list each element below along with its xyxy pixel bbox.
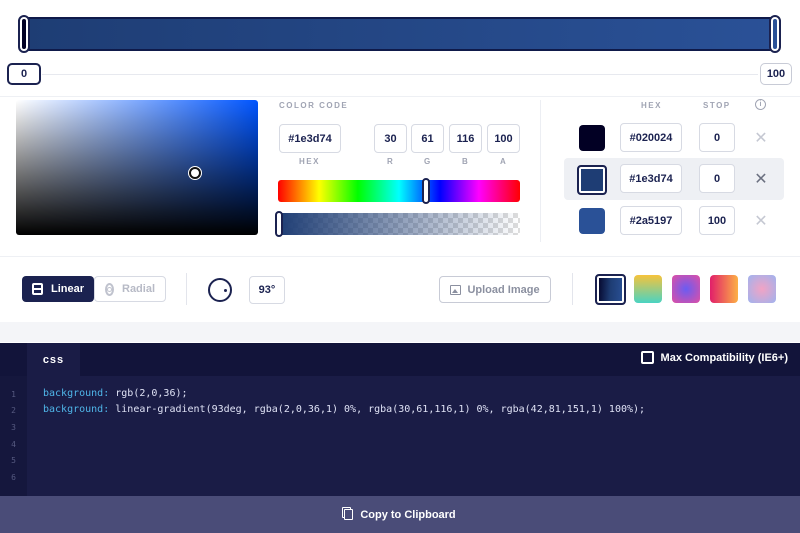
red-input[interactable]: 30 [374,124,407,153]
hue-slider[interactable] [278,180,520,202]
max-compatibility-toggle[interactable]: Max Compatibility (IE6+) [640,351,788,364]
code-line-1[interactable]: background: rgb(2,0,36); [43,388,188,399]
line-number: 3 [11,423,16,432]
linear-button[interactable]: Linear [22,276,94,302]
gradient-stop-row[interactable]: #020024 0 ✕ [564,117,784,159]
angle-input[interactable]: 93° [249,276,285,304]
clipboard-icon [344,509,354,520]
stop-track-line [42,74,758,75]
linear-label: Linear [50,283,84,295]
css-property: background: [43,388,110,399]
picker-cursor[interactable] [189,167,201,179]
divider [186,273,187,305]
line-number: 5 [11,456,16,465]
line-number: 2 [11,406,16,415]
saturation-value-picker[interactable] [16,100,258,235]
right-stop-position[interactable]: 100 [760,63,792,85]
remove-stop-icon[interactable]: ✕ [753,211,769,231]
preset-swatch-3[interactable] [672,275,700,303]
linear-icon [32,283,43,295]
stop-position-input[interactable]: 0 [699,164,735,193]
preset-swatch-2[interactable] [634,275,662,303]
stop-hex-input[interactable]: #020024 [620,123,682,152]
stop-color-swatch[interactable] [577,165,607,195]
gradient-stop-handle-left[interactable] [18,15,30,53]
gradient-stop-row[interactable]: #2a5197 100 ✕ [564,200,784,242]
hex-label: HEX [299,157,320,166]
max-compatibility-label: Max Compatibility (IE6+) [660,351,788,364]
remove-stop-icon[interactable]: ✕ [753,128,769,148]
radial-button[interactable]: Radial [94,276,166,302]
r-label: R [387,157,395,166]
stops-hex-header: HEX [641,101,662,110]
stop-position-input[interactable]: 0 [699,123,735,152]
green-input[interactable]: 61 [411,124,444,153]
line-number: 6 [11,473,16,482]
preset-swatch-4[interactable] [710,275,738,303]
hue-slider-knob[interactable] [422,178,430,204]
divider [572,273,573,305]
left-stop-position[interactable]: 0 [7,63,41,85]
divider [0,256,800,257]
stop-position-input[interactable]: 100 [699,206,735,235]
line-number: 4 [11,440,16,449]
gradient-stop-row[interactable]: #1e3d74 0 ✕ [564,158,784,200]
stop-hex-input[interactable]: #2a5197 [620,206,682,235]
stops-stop-header: STOP [703,101,731,110]
alpha-slider[interactable] [278,213,520,235]
divider [540,100,541,242]
stop-hex-input[interactable]: #1e3d74 [620,164,682,193]
b-label: B [462,157,470,166]
tab-css[interactable]: css [27,343,80,376]
code-line-2[interactable]: background: linear-gradient(93deg, rgba(… [43,404,645,415]
preset-swatch-1[interactable] [595,274,626,305]
alpha-input[interactable]: 100 [487,124,520,153]
divider [0,96,800,97]
spacer-band [0,322,800,342]
alpha-slider-knob[interactable] [275,211,283,237]
image-icon [450,284,462,295]
radial-label: Radial [122,283,156,295]
checkbox[interactable] [640,351,654,364]
copy-to-clipboard-button[interactable]: Copy to Clipboard [0,496,800,533]
radial-icon [105,282,114,296]
copy-label: Copy to Clipboard [360,508,456,521]
g-label: G [424,157,432,166]
upload-image-button[interactable]: Upload Image [439,276,551,303]
line-number: 1 [11,390,16,399]
css-value: rgb(2,0,36); [109,388,188,399]
color-code-label: COLOR CODE [279,101,349,110]
info-icon[interactable]: i [755,99,766,110]
a-label: A [500,157,508,166]
upload-image-label: Upload Image [467,283,540,296]
css-property: background: [43,404,110,415]
stop-color-swatch[interactable] [579,208,605,234]
gradient-stop-handle-right[interactable] [769,15,781,53]
preset-swatch-5[interactable] [748,275,776,303]
hex-input[interactable]: #1e3d74 [279,124,341,153]
blue-input[interactable]: 116 [449,124,482,153]
remove-stop-icon[interactable]: ✕ [753,169,769,189]
gradient-preview-bar[interactable] [24,17,776,51]
stop-color-swatch[interactable] [579,125,605,151]
css-value: linear-gradient(93deg, rgba(2,0,36,1) 0%… [109,404,646,415]
angle-dial[interactable] [208,278,232,302]
